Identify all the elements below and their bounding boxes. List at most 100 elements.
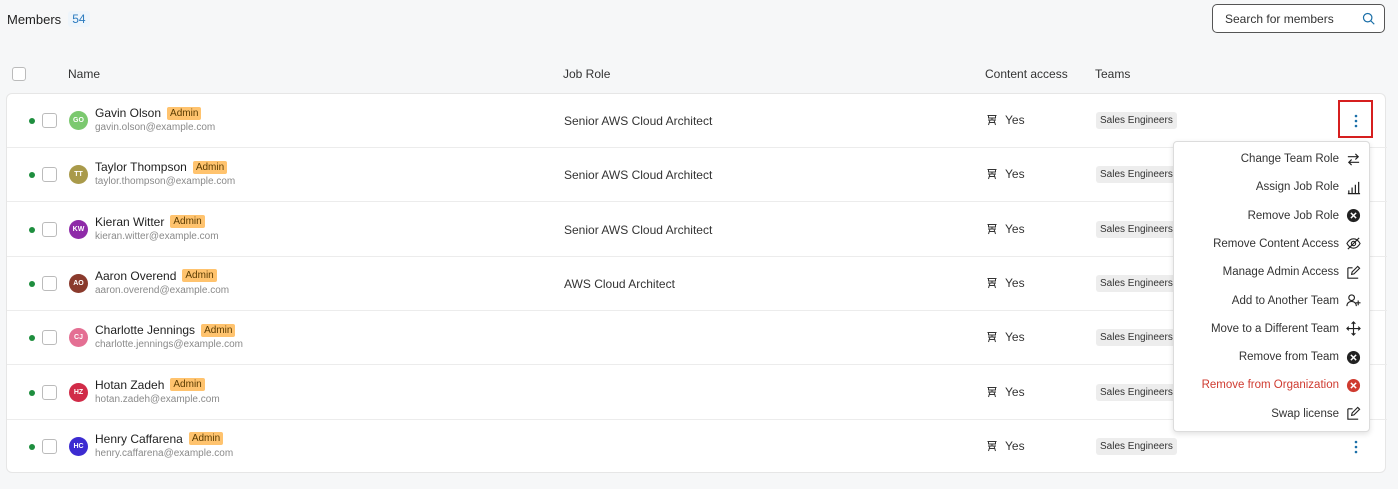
row-checkbox[interactable]	[42, 330, 57, 346]
team-chip[interactable]: Sales Engineers	[1096, 220, 1177, 238]
page-title-label: Members	[7, 11, 62, 27]
content-access-value: Yes	[1005, 330, 1025, 345]
team-chip[interactable]: Sales Engineers	[1096, 112, 1177, 129]
active-status-dot	[29, 280, 35, 287]
column-header-content-access[interactable]: Content access	[985, 67, 1068, 81]
menu-item-move-to-a-different-team[interactable]: Move to a Different Team	[1174, 315, 1371, 343]
menu-item-swap-license[interactable]: Swap license	[1174, 400, 1371, 428]
content-access-value: Yes	[1005, 221, 1025, 236]
row-checkbox[interactable]	[42, 275, 57, 291]
row-checkbox[interactable]	[42, 384, 57, 400]
table-row[interactable]: GO Gavin Olson Admin gavin.olson@example…	[7, 94, 1387, 148]
admin-badge: Admin	[182, 269, 217, 283]
highlight-box	[1338, 100, 1373, 138]
team-chip[interactable]: Sales Engineers	[1096, 383, 1177, 401]
member-email: gavin.olson@example.com	[95, 122, 216, 133]
member-email: hotan.zadeh@example.com	[95, 393, 220, 405]
admin-badge: Admin	[170, 215, 205, 229]
menu-item-add-to-another-team[interactable]: Add to Another Team	[1174, 287, 1371, 315]
row-actions-menu: Change Team Role Assign Job Role Remove Jo…	[1173, 141, 1370, 432]
member-email: charlotte.jennings@example.com	[95, 339, 244, 351]
team-chip[interactable]: Sales Engineers	[1096, 437, 1177, 455]
member-name[interactable]: Aaron Overend	[95, 269, 176, 283]
member-name[interactable]: Gavin Olson	[95, 106, 161, 120]
search-input[interactable]	[1225, 11, 1362, 26]
menu-item-label: Move to a Different Team	[1210, 322, 1339, 335]
team-chip[interactable]: Sales Engineers	[1096, 274, 1177, 292]
menu-item-label: Swap license	[1271, 407, 1339, 420]
active-status-dot	[29, 443, 35, 450]
row-checkbox[interactable]	[42, 167, 57, 183]
active-status-dot	[29, 172, 35, 179]
swap-arrows-icon	[1346, 152, 1361, 167]
member-name-cell: Kieran Witter Admin kieran.witter@exampl…	[95, 215, 219, 242]
menu-item-assign-job-role[interactable]: Assign Job Role	[1174, 173, 1371, 201]
member-name[interactable]: Charlotte Jennings	[95, 323, 195, 337]
admin-badge: Admin	[192, 160, 228, 174]
column-header-teams[interactable]: Teams	[1095, 67, 1130, 81]
active-status-dot	[29, 118, 35, 124]
content-access-value: Yes	[1005, 113, 1025, 127]
admin-badge: Admin	[167, 106, 202, 120]
admin-badge: Admin	[188, 432, 224, 446]
avatar: HZ	[69, 382, 88, 402]
content-access-value: Yes	[1005, 438, 1025, 453]
search-icon[interactable]	[1362, 12, 1376, 26]
avatar: HC	[69, 436, 88, 456]
menu-item-label: Assign Job Role	[1255, 181, 1339, 194]
menu-item-label: Remove Job Role	[1247, 209, 1339, 222]
member-name-cell: Charlotte Jennings Admin charlotte.jenni…	[95, 323, 243, 350]
eye-off-icon	[1346, 236, 1361, 251]
menu-item-manage-admin-access[interactable]: Manage Admin Access	[1174, 258, 1371, 286]
member-name-cell: Hotan Zadeh Admin hotan.zadeh@example.co…	[95, 378, 220, 405]
table-header: Name Job Role Content access Teams	[0, 60, 1398, 88]
avatar: TT	[69, 165, 88, 185]
content-access-icon	[987, 386, 997, 397]
menu-item-change-team-role[interactable]: Change Team Role	[1174, 145, 1371, 173]
column-header-name[interactable]: Name	[68, 67, 100, 81]
member-email: taylor.thompson@example.com	[95, 176, 236, 188]
select-all-checkbox[interactable]	[12, 67, 26, 81]
menu-item-remove-content-access[interactable]: Remove Content Access	[1174, 230, 1371, 258]
team-chip[interactable]: Sales Engineers	[1096, 166, 1177, 184]
column-header-job-role[interactable]: Job Role	[563, 67, 610, 81]
menu-item-label: Remove from Team	[1238, 351, 1339, 364]
content-access-icon	[987, 440, 997, 451]
member-name[interactable]: Hotan Zadeh	[95, 378, 164, 392]
content-access: Yes	[986, 385, 1025, 399]
remove-circle-icon	[1346, 350, 1361, 365]
content-access-value: Yes	[1005, 384, 1025, 399]
menu-item-remove-from-team[interactable]: Remove from Team	[1174, 343, 1371, 371]
remove-circle-icon	[1346, 208, 1361, 223]
member-name[interactable]: Kieran Witter	[95, 215, 164, 229]
page-title: Members 54	[7, 11, 90, 27]
content-access-value: Yes	[1005, 167, 1025, 182]
search-box[interactable]	[1212, 4, 1385, 33]
avatar: AO	[69, 273, 88, 293]
row-checkbox[interactable]	[42, 221, 57, 237]
content-access: Yes	[986, 113, 1025, 127]
member-name[interactable]: Henry Caffarena	[95, 432, 183, 446]
content-access-icon	[987, 115, 997, 126]
member-email: kieran.witter@example.com	[95, 230, 219, 242]
member-name-cell: Aaron Overend Admin aaron.overend@exampl…	[95, 269, 229, 296]
member-count-badge: 54	[68, 11, 90, 27]
member-name[interactable]: Taylor Thompson	[95, 160, 187, 174]
menu-item-remove-from-organization[interactable]: Remove from Organization	[1174, 371, 1371, 399]
content-access-icon	[987, 169, 997, 180]
row-checkbox[interactable]	[42, 438, 57, 454]
menu-item-remove-job-role[interactable]: Remove Job Role	[1174, 202, 1371, 230]
job-role: Senior AWS Cloud Architect	[564, 114, 713, 128]
top-bar: Members 54	[0, 0, 1398, 40]
active-status-dot	[29, 389, 35, 396]
row-checkbox[interactable]	[42, 113, 57, 128]
content-access: Yes	[986, 222, 1025, 236]
team-chip[interactable]: Sales Engineers	[1096, 329, 1177, 347]
bar-chart-icon	[1346, 180, 1361, 195]
edit-box-icon	[1346, 406, 1361, 421]
more-actions-icon[interactable]	[1348, 437, 1364, 457]
content-access-value: Yes	[1005, 275, 1025, 290]
member-email: henry.caffarena@example.com	[95, 447, 234, 459]
member-name-cell: Gavin Olson Admin gavin.olson@example.co…	[95, 106, 215, 133]
content-access: Yes	[986, 439, 1025, 453]
